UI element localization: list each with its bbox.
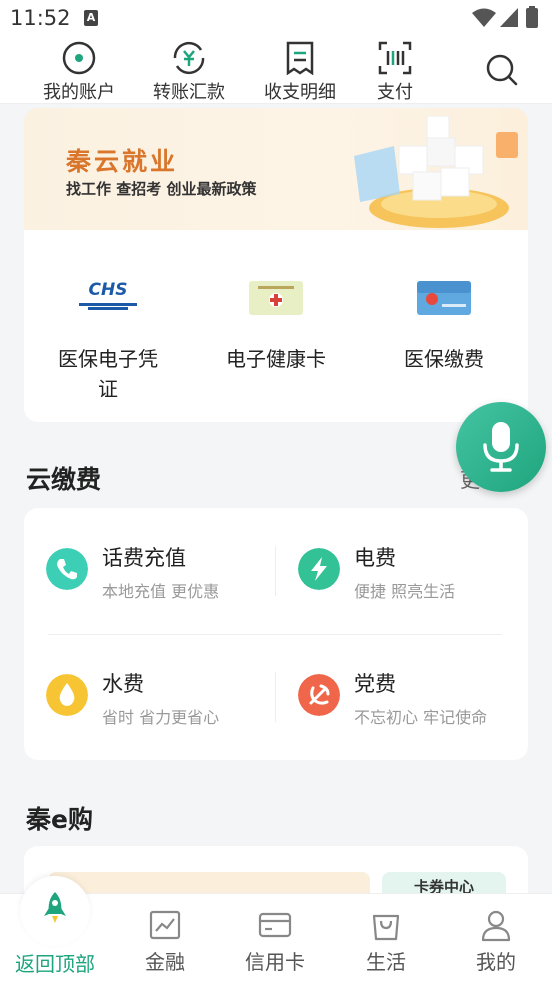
service-label: 医保电子凭证 <box>58 347 158 401</box>
nav-label: 转账汇款 <box>153 82 225 103</box>
pay-item-desc: 不忘初心 牢记使命 <box>354 708 488 727</box>
nav-mine[interactable]: 我的 <box>441 894 551 983</box>
employment-banner[interactable]: 秦云就业 找工作 查招考 创业最新政策 <box>24 108 528 230</box>
scan-pay-icon <box>378 41 412 75</box>
signal-icon <box>500 8 518 27</box>
user-icon <box>481 910 511 942</box>
nav-life[interactable]: 生活 <box>331 894 441 983</box>
phone-icon <box>46 548 88 590</box>
pay-item-phone-recharge[interactable]: 话费充值 本地充值 更优惠 <box>24 508 276 634</box>
nav-label: 金融 <box>145 950 185 974</box>
service-label: 医保缴费 <box>404 347 484 371</box>
bottom-nav: 返回顶部 金融 信用卡 生活 我的 <box>0 876 552 983</box>
transfer-icon <box>173 41 205 75</box>
back-to-top-circle <box>20 876 90 946</box>
credit-card-icon <box>258 912 292 938</box>
chs-logo-icon: CHS <box>79 278 137 318</box>
cloud-pay-card: 话费充值 本地充值 更优惠 电费 便捷 照亮生活 水费 省时 省力更省心 党费 … <box>24 508 528 760</box>
qin-e-shop-title: 秦e购 <box>26 805 93 834</box>
nav-finance[interactable]: 金融 <box>110 894 220 983</box>
nav-credit-card[interactable]: 信用卡 <box>220 894 330 983</box>
nav-statement[interactable]: 收支明细 <box>245 36 355 104</box>
nav-label: 支付 <box>377 82 413 103</box>
chart-icon <box>149 910 181 940</box>
service-label: 电子健康卡 <box>226 347 326 371</box>
pay-item-desc: 本地充值 更优惠 <box>102 582 220 601</box>
lightning-icon <box>298 548 340 590</box>
nav-my-account[interactable]: 我的账户 <box>24 36 134 104</box>
nav-label: 收支明细 <box>264 82 336 103</box>
top-nav: 我的账户 转账汇款 收支明细 支付 <box>0 36 552 104</box>
nav-back-to-top[interactable]: 返回顶部 <box>0 876 110 983</box>
shopping-bag-icon <box>372 914 400 941</box>
wifi-icon <box>472 8 496 27</box>
pay-item-water[interactable]: 水费 省时 省力更省心 <box>24 634 276 760</box>
nav-label: 我的 <box>476 950 516 974</box>
pay-item-name: 党费 <box>354 672 396 696</box>
notification-icon: A <box>84 10 98 26</box>
service-medical-e-voucher[interactable]: CHS 医保电子凭证 <box>24 230 192 422</box>
service-insurance-payment[interactable]: 医保缴费 <box>360 230 528 422</box>
nav-label: 返回顶部 <box>15 952 95 976</box>
banner-illustration-icon <box>354 116 518 228</box>
nav-label: 我的账户 <box>43 82 115 103</box>
statement-icon <box>286 41 314 76</box>
nav-transfer[interactable]: 转账汇款 <box>134 36 244 104</box>
banner-subtitle: 找工作 查招考 创业最新政策 <box>66 180 257 198</box>
nav-pay[interactable]: 支付 <box>340 36 450 104</box>
banner-title: 秦云就业 <box>66 147 179 176</box>
pay-item-name: 水费 <box>102 672 144 696</box>
status-bar: 11:52 A <box>0 0 552 36</box>
health-card-icon <box>249 281 303 315</box>
pay-item-electricity[interactable]: 电费 便捷 照亮生活 <box>276 508 528 634</box>
search-icon[interactable] <box>484 52 520 88</box>
pay-item-desc: 便捷 照亮生活 <box>354 582 456 601</box>
party-emblem-icon <box>298 674 340 716</box>
rocket-icon <box>44 892 66 923</box>
pay-item-party-fee[interactable]: 党费 不忘初心 牢记使命 <box>276 634 528 760</box>
service-health-card[interactable]: 电子健康卡 <box>192 230 360 422</box>
cloud-pay-title: 云缴费 <box>26 465 102 494</box>
account-icon <box>62 41 96 75</box>
insurance-card-icon <box>417 281 471 315</box>
battery-icon <box>526 6 538 28</box>
voice-assistant-button[interactable] <box>456 402 546 492</box>
pay-item-desc: 省时 省力更省心 <box>102 708 220 727</box>
microphone-icon <box>483 422 519 472</box>
water-drop-icon <box>46 674 88 716</box>
nav-label: 生活 <box>366 950 406 974</box>
nav-label: 信用卡 <box>245 950 305 974</box>
status-time: 11:52 <box>10 6 71 30</box>
pay-item-name: 话费充值 <box>102 546 186 570</box>
pay-item-name: 电费 <box>354 546 396 570</box>
medical-services-card: CHS 医保电子凭证 电子健康卡 医保缴费 <box>24 230 528 422</box>
